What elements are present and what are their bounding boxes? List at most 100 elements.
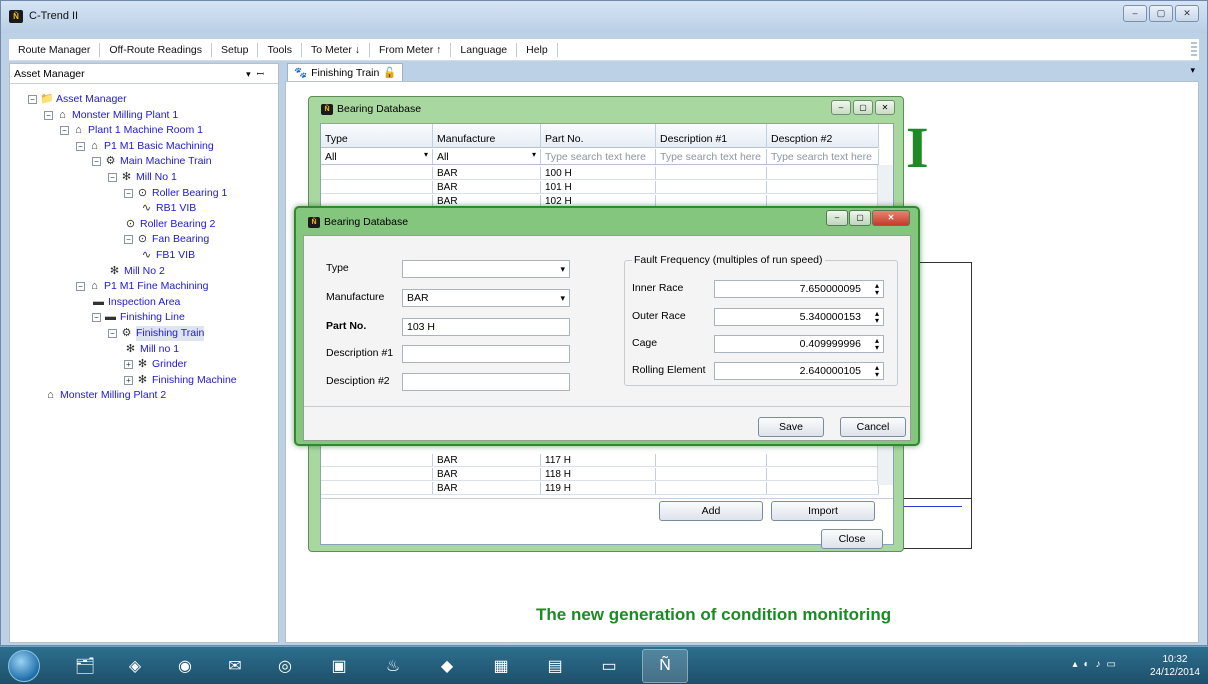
collapse-icon[interactable]: − (28, 95, 37, 104)
import-button[interactable]: Import (771, 501, 875, 521)
manufacture-select[interactable]: BAR (402, 289, 570, 307)
tab-dropdown-icon[interactable]: ▾ (1190, 65, 1195, 76)
ctrend-taskbar-icon[interactable]: Ñ (642, 649, 688, 683)
collapse-icon[interactable]: − (124, 188, 133, 198)
word-icon[interactable]: ▤ (532, 649, 578, 683)
outer-race-input[interactable]: 5.340000153 ▴ ▾ (714, 308, 884, 326)
col-description-1[interactable]: Description #1 (656, 124, 767, 148)
inner-race-input[interactable]: 7.650000095 ▴ ▾ (714, 280, 884, 298)
col-description-2[interactable]: Descption #2 (767, 124, 879, 148)
save-button[interactable]: Save (758, 417, 824, 437)
spinner-icon[interactable]: ▴ ▾ (871, 310, 879, 325)
spinner-icon[interactable]: ▴ ▾ (871, 282, 879, 297)
close-button[interactable]: ✕ (872, 210, 910, 226)
collapse-icon[interactable]: − (60, 126, 69, 136)
minimize-button[interactable]: – (826, 210, 848, 226)
lock-icon[interactable]: 🔓 (383, 66, 396, 79)
cage-input[interactable]: 0.409999996 ▴ ▾ (714, 335, 884, 353)
tree-item[interactable]: − ▬ Finishing Line (92, 310, 185, 325)
part-no-input[interactable]: 103 H (402, 318, 570, 336)
maximize-button[interactable]: ▢ (853, 100, 873, 115)
collapse-icon[interactable]: − (92, 313, 101, 323)
table-row[interactable]: BAR 118 H (321, 468, 879, 481)
table-row[interactable]: BAR 101 H (321, 181, 879, 194)
git-icon[interactable]: ◆ (424, 649, 470, 683)
type-select[interactable] (402, 260, 570, 278)
tree-item[interactable]: − ⌂ P1 M1 Fine Machining (76, 279, 208, 294)
close-dialog-button[interactable]: Close (821, 529, 883, 549)
table-row[interactable]: BAR 117 H (321, 454, 879, 467)
filter-type[interactable]: All ▾ (321, 149, 433, 164)
collapse-icon[interactable]: − (108, 173, 117, 182)
description-2-input[interactable] (402, 373, 570, 391)
tree-item[interactable]: ⊙ Roller Bearing 2 (124, 217, 215, 232)
pin-icon[interactable]: ꟷ (257, 69, 270, 79)
filter-description-1[interactable]: Type search text here (656, 149, 767, 164)
tree-item[interactable]: + ✻ Finishing Machine (124, 373, 237, 388)
tree-item[interactable]: ✻ Mill No 2 (108, 264, 165, 279)
add-button[interactable]: Add (659, 501, 763, 521)
col-type[interactable]: Type (321, 124, 433, 148)
menu-help[interactable]: Help (517, 42, 558, 57)
tree-item[interactable]: ∿ RB1 VIB (140, 201, 196, 216)
outlook-icon[interactable]: ✉ (212, 649, 258, 683)
collapse-icon[interactable]: − (108, 329, 117, 338)
collapse-icon[interactable]: − (92, 157, 101, 167)
tree-item[interactable]: − ⊙ Roller Bearing 1 (124, 186, 227, 201)
start-button[interactable] (8, 650, 40, 682)
spinner-icon[interactable]: ▴ ▾ (871, 337, 879, 352)
tree-item[interactable]: − ⊙ Fan Bearing (124, 232, 209, 247)
spinner-icon[interactable]: ▴ ▾ (871, 364, 879, 379)
menu-language[interactable]: Language (451, 42, 518, 57)
tree-item[interactable]: + ✻ Grinder (124, 357, 187, 372)
tree-item[interactable]: − ⌂ P1 M1 Basic Machining (76, 139, 214, 154)
col-manufacture[interactable]: Manufacture (433, 124, 541, 148)
maximize-button[interactable]: ▢ (849, 210, 871, 226)
filter-part-no[interactable]: Type search text here (541, 149, 656, 164)
tree-item[interactable]: − ⌂ Plant 1 Machine Room 1 (60, 123, 203, 138)
close-button[interactable]: ✕ (1175, 5, 1199, 22)
tree-item[interactable]: ▬ Inspection Area (92, 295, 180, 310)
window-icon[interactable]: ▭ (586, 649, 632, 683)
close-button[interactable]: ✕ (875, 100, 895, 115)
filter-manufacture[interactable]: All ▾ (433, 149, 541, 164)
tab-finishing-train[interactable]: 🐾 Finishing Train 🔓 (287, 63, 404, 81)
clock[interactable]: 10:32 24/12/2014 (1150, 653, 1200, 679)
menu-route-manager[interactable]: Route Manager (9, 42, 101, 57)
expand-icon[interactable]: + (124, 360, 133, 370)
chrome-icon[interactable]: ◉ (162, 649, 208, 683)
tree-item[interactable]: − ✻ Mill No 1 (108, 170, 177, 185)
expand-icon[interactable]: + (124, 375, 133, 385)
description-1-input[interactable] (402, 345, 570, 363)
menu-off-route-readings[interactable]: Off-Route Readings (100, 42, 212, 57)
tree-item[interactable]: ⌂ Monster Milling Plant 2 (44, 388, 166, 403)
tree-item[interactable]: − ⚙ Main Machine Train (92, 154, 212, 169)
tree-item[interactable]: − ⚙ Finishing Train (108, 326, 205, 341)
table-row[interactable]: BAR 100 H (321, 167, 879, 180)
explorer-icon[interactable]: 🗂 (62, 649, 108, 683)
maximize-button[interactable]: ▢ (1149, 5, 1173, 22)
utility-icon[interactable]: ◈ (112, 649, 158, 683)
collapse-icon[interactable]: − (76, 282, 85, 292)
minimize-button[interactable]: – (831, 100, 851, 115)
tree-item[interactable]: − 📁 Asset Manager (28, 92, 127, 107)
table-row[interactable]: BAR 119 H (321, 482, 879, 495)
tree-item[interactable]: − ⌂ Monster Milling Plant 1 (44, 108, 178, 123)
tree-item[interactable]: ∿ FB1 VIB (140, 248, 195, 263)
menu-setup[interactable]: Setup (212, 42, 259, 57)
col-part-no[interactable]: Part No. (541, 124, 656, 148)
panel-dropdown-icon[interactable]: ▾ (246, 69, 257, 79)
menu-tools[interactable]: Tools (258, 42, 302, 57)
system-tray[interactable]: ▴◐♪▭ (1072, 659, 1122, 670)
tree-item[interactable]: ✻ Mill no 1 (124, 342, 179, 357)
rolling-element-input[interactable]: 2.640000105 ▴ ▾ (714, 362, 884, 380)
collapse-icon[interactable]: − (76, 141, 85, 151)
menu-from-meter[interactable]: From Meter ↑ (370, 42, 452, 57)
menu-to-meter[interactable]: To Meter ↓ (302, 42, 370, 57)
vlc-icon[interactable]: ▣ (316, 649, 362, 683)
media-icon[interactable]: ◎ (262, 649, 308, 683)
filter-description-2[interactable]: Type search text here (767, 149, 879, 164)
cancel-button[interactable]: Cancel (840, 417, 906, 437)
excel-icon[interactable]: ▦ (478, 649, 524, 683)
app-icon[interactable]: ♨ (370, 649, 416, 683)
